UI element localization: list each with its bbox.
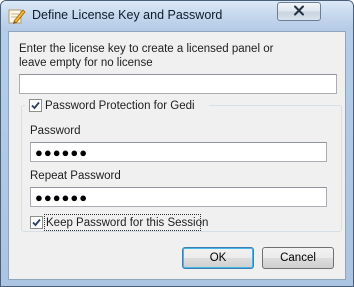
- keep-password-checkbox[interactable]: [30, 216, 43, 229]
- repeat-password-label: Repeat Password: [30, 170, 121, 182]
- checkmark-icon: [31, 101, 40, 110]
- dialog-body: Enter the license key to create a licens…: [8, 31, 346, 280]
- license-instructions-line2: leave empty for no license: [19, 57, 153, 69]
- checkmark-icon: [32, 218, 41, 227]
- keep-password-label[interactable]: Keep Password for this Session: [46, 216, 208, 230]
- repeat-password-input[interactable]: ●●●●●●: [30, 187, 327, 207]
- close-icon: [293, 5, 305, 19]
- password-input[interactable]: ●●●●●●: [30, 142, 327, 162]
- dialog-window: Define License Key and Password Enter th…: [0, 0, 354, 287]
- close-button[interactable]: [277, 2, 321, 21]
- ok-button[interactable]: OK: [182, 247, 254, 269]
- password-protection-checkbox[interactable]: [29, 99, 42, 112]
- password-protection-label[interactable]: Password Protection for Gedi: [45, 99, 195, 113]
- repeat-password-value: ●●●●●●: [35, 190, 89, 205]
- license-key-input[interactable]: [19, 74, 337, 94]
- password-value: ●●●●●●: [35, 145, 89, 160]
- pencil-paper-icon: [8, 7, 26, 25]
- window-title: Define License Key and Password: [32, 8, 223, 22]
- license-instructions-line1: Enter the license key to create a licens…: [19, 43, 274, 55]
- cancel-button[interactable]: Cancel: [262, 247, 334, 269]
- password-label: Password: [30, 125, 81, 137]
- title-bar[interactable]: Define License Key and Password: [1, 1, 353, 31]
